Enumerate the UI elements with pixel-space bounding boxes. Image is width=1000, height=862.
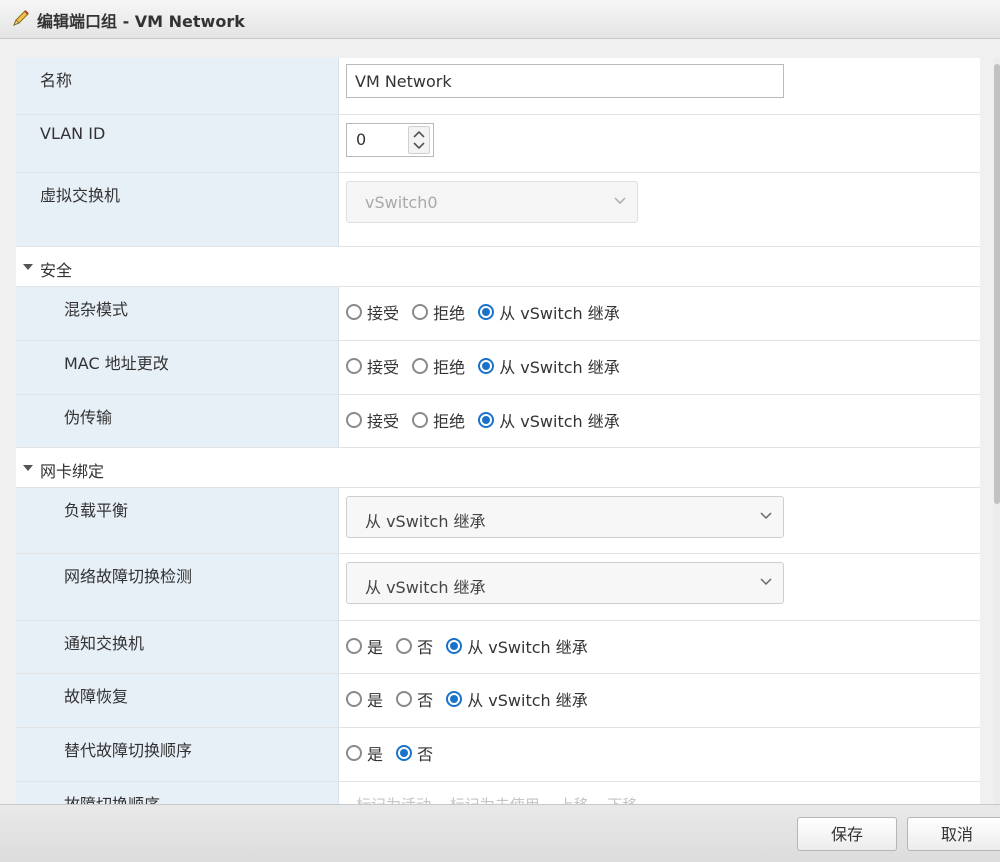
vertical-scrollbar[interactable] bbox=[994, 58, 1000, 804]
vlan-id-value[interactable]: 0 bbox=[356, 130, 366, 149]
row-failover-detection: 网络故障切换检测 从 vSwitch 继承 bbox=[16, 554, 980, 621]
row-name: 名称 bbox=[16, 58, 980, 115]
form-panel: 名称 VLAN ID 0 bbox=[16, 58, 980, 804]
failover-order-label: 故障切换顺序 bbox=[64, 791, 160, 804]
row-override-failover-order: 替代故障切换顺序 是 否 bbox=[16, 728, 980, 782]
row-mac-address-change: MAC 地址更改 接受 拒绝 从 vSwitch 继承 bbox=[16, 341, 980, 395]
scrollbar-thumb[interactable] bbox=[994, 64, 1000, 504]
edit-port-group-dialog: 编辑端口组 - VM Network 名称 VLAN ID 0 bbox=[0, 0, 1000, 862]
chevron-down-icon bbox=[614, 197, 626, 205]
row-promiscuous-mode: 混杂模式 接受 拒绝 从 vSwitch 继承 bbox=[16, 287, 980, 341]
failback-label: 故障恢复 bbox=[64, 687, 129, 706]
failback-yes-radio[interactable]: 是 bbox=[346, 687, 383, 711]
promiscuous-mode-radio-group: 接受 拒绝 从 vSwitch 继承 bbox=[346, 300, 628, 324]
mac-change-inherit-radio[interactable]: 从 vSwitch 继承 bbox=[478, 354, 620, 378]
virtual-switch-value: vSwitch0 bbox=[365, 193, 438, 212]
mac-change-accept-radio[interactable]: 接受 bbox=[346, 354, 399, 378]
notify-switches-radio-group: 是 否 从 vSwitch 继承 bbox=[346, 634, 596, 658]
forged-transmits-label: 伪传输 bbox=[64, 408, 113, 427]
failback-inherit-radio[interactable]: 从 vSwitch 继承 bbox=[446, 687, 588, 711]
name-label: 名称 bbox=[40, 71, 73, 90]
failover-detection-select[interactable]: 从 vSwitch 继承 bbox=[346, 562, 784, 604]
notify-switches-label: 通知交换机 bbox=[64, 634, 145, 653]
mac-address-change-label: MAC 地址更改 bbox=[64, 354, 169, 373]
section-nic-teaming[interactable]: 网卡绑定 bbox=[16, 448, 980, 488]
cancel-button[interactable]: 取消 bbox=[907, 817, 1000, 851]
row-virtual-switch: 虚拟交换机 vSwitch0 bbox=[16, 173, 980, 247]
expand-triangle-icon[interactable] bbox=[23, 264, 33, 270]
dialog-title: 编辑端口组 - VM Network bbox=[37, 12, 245, 31]
failback-radio-group: 是 否 从 vSwitch 继承 bbox=[346, 687, 596, 711]
row-forged-transmits: 伪传输 接受 拒绝 从 vSwitch 继承 bbox=[16, 395, 980, 448]
override-failover-radio-group: 是 否 bbox=[346, 741, 441, 765]
chevron-up-icon[interactable] bbox=[413, 130, 425, 138]
promiscuous-inherit-radio[interactable]: 从 vSwitch 继承 bbox=[478, 300, 620, 324]
override-yes-radio[interactable]: 是 bbox=[346, 741, 383, 765]
row-notify-switches: 通知交换机 是 否 从 vSwitch 继承 bbox=[16, 621, 980, 674]
dialog-titlebar[interactable]: 编辑端口组 - VM Network bbox=[0, 0, 1000, 39]
notify-no-radio[interactable]: 否 bbox=[396, 634, 433, 658]
promiscuous-mode-label: 混杂模式 bbox=[64, 300, 129, 319]
stepper-buttons[interactable] bbox=[408, 126, 430, 154]
forged-inherit-radio[interactable]: 从 vSwitch 继承 bbox=[478, 408, 620, 432]
promiscuous-accept-radio[interactable]: 接受 bbox=[346, 300, 399, 324]
load-balancing-label: 负载平衡 bbox=[64, 501, 129, 520]
virtual-switch-label: 虚拟交换机 bbox=[40, 186, 121, 205]
row-failback: 故障恢复 是 否 从 vSwitch 继承 bbox=[16, 674, 980, 728]
vlan-id-label: VLAN ID bbox=[40, 124, 106, 143]
move-up-button: 上移 bbox=[559, 796, 589, 804]
override-no-radio[interactable]: 否 bbox=[396, 741, 433, 765]
chevron-down-icon[interactable] bbox=[759, 511, 773, 521]
forged-transmits-radio-group: 接受 拒绝 从 vSwitch 继承 bbox=[346, 408, 628, 432]
load-balancing-select[interactable]: 从 vSwitch 继承 bbox=[346, 496, 784, 538]
row-failover-order: 故障切换顺序 标记为活动 标记为未使用 上移 下移 bbox=[16, 782, 980, 804]
override-failover-order-label: 替代故障切换顺序 bbox=[64, 741, 193, 760]
chevron-down-icon[interactable] bbox=[413, 142, 425, 150]
dialog-footer: 保存 取消 bbox=[0, 804, 1000, 862]
virtual-switch-select: vSwitch0 bbox=[346, 181, 638, 223]
notify-inherit-radio[interactable]: 从 vSwitch 继承 bbox=[446, 634, 588, 658]
load-balancing-value[interactable]: 从 vSwitch 继承 bbox=[365, 508, 486, 532]
move-down-button: 下移 bbox=[607, 796, 637, 804]
pencil-icon bbox=[10, 7, 32, 29]
expand-triangle-icon[interactable] bbox=[23, 465, 33, 471]
chevron-down-icon[interactable] bbox=[759, 577, 773, 587]
failover-detection-label: 网络故障切换检测 bbox=[64, 567, 193, 586]
save-button[interactable]: 保存 bbox=[797, 817, 897, 851]
row-vlan-id: VLAN ID 0 bbox=[16, 115, 980, 173]
failback-no-radio[interactable]: 否 bbox=[396, 687, 433, 711]
forged-reject-radio[interactable]: 拒绝 bbox=[412, 408, 465, 432]
failover-order-toolbar: 标记为活动 标记为未使用 上移 下移 bbox=[356, 794, 651, 804]
security-section-title[interactable]: 安全 bbox=[40, 257, 72, 281]
mac-change-reject-radio[interactable]: 拒绝 bbox=[412, 354, 465, 378]
mark-unused-button: 标记为未使用 bbox=[450, 796, 540, 804]
row-load-balancing: 负载平衡 从 vSwitch 继承 bbox=[16, 488, 980, 554]
promiscuous-reject-radio[interactable]: 拒绝 bbox=[412, 300, 465, 324]
forged-accept-radio[interactable]: 接受 bbox=[346, 408, 399, 432]
mac-change-radio-group: 接受 拒绝 从 vSwitch 继承 bbox=[346, 354, 628, 378]
mark-active-button: 标记为活动 bbox=[356, 796, 431, 804]
name-input[interactable] bbox=[346, 64, 784, 98]
section-security[interactable]: 安全 bbox=[16, 247, 980, 287]
vlan-id-stepper[interactable]: 0 bbox=[346, 123, 434, 157]
notify-yes-radio[interactable]: 是 bbox=[346, 634, 383, 658]
nic-teaming-section-title[interactable]: 网卡绑定 bbox=[40, 458, 104, 482]
failover-detection-value[interactable]: 从 vSwitch 继承 bbox=[365, 574, 486, 598]
